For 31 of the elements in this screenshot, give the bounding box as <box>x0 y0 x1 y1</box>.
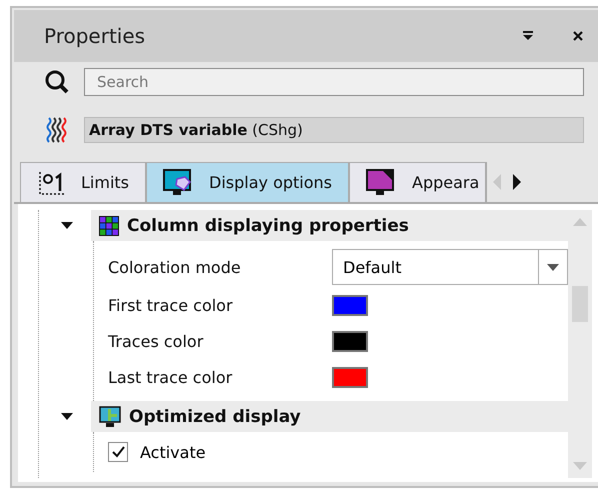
search-icon <box>44 69 70 95</box>
scroll-right-icon[interactable] <box>511 172 524 192</box>
chart-axis-icon <box>37 170 65 196</box>
color-swatch[interactable] <box>332 330 368 352</box>
property-label: Last trace color <box>108 368 234 386</box>
variable-name-field: Array DTS variable (CShg) <box>84 117 584 143</box>
color-swatch[interactable] <box>332 366 368 388</box>
expand-caret-icon[interactable] <box>61 222 73 230</box>
window-title: Properties <box>44 24 146 48</box>
scrollbar-thumb[interactable] <box>572 286 588 322</box>
search-field[interactable]: Search <box>84 68 584 96</box>
grid-icon <box>99 216 119 236</box>
expand-caret-icon[interactable] <box>61 412 73 420</box>
section-header[interactable]: Column displaying properties <box>91 210 568 241</box>
color-swatch[interactable] <box>332 294 368 316</box>
monitor-icon <box>99 406 121 428</box>
property-label: Coloration mode <box>108 258 242 276</box>
caret-icon <box>547 264 559 270</box>
checkbox[interactable] <box>108 442 128 462</box>
tab[interactable]: Display options <box>146 162 349 202</box>
property-label: First trace color <box>108 296 234 314</box>
monitor-icon <box>163 168 193 196</box>
tab[interactable]: Appeara <box>349 162 486 202</box>
close-icon[interactable] <box>572 30 584 42</box>
checkbox-label: Activate <box>140 442 206 462</box>
monitor-icon <box>366 168 396 196</box>
section-header[interactable]: Optimized display <box>91 401 568 432</box>
property-label: Traces color <box>108 332 204 350</box>
tab[interactable]: Limits <box>20 162 146 202</box>
coloration-mode-dropdown[interactable]: Default <box>332 249 568 285</box>
dropdown-menu-icon[interactable] <box>522 30 534 42</box>
